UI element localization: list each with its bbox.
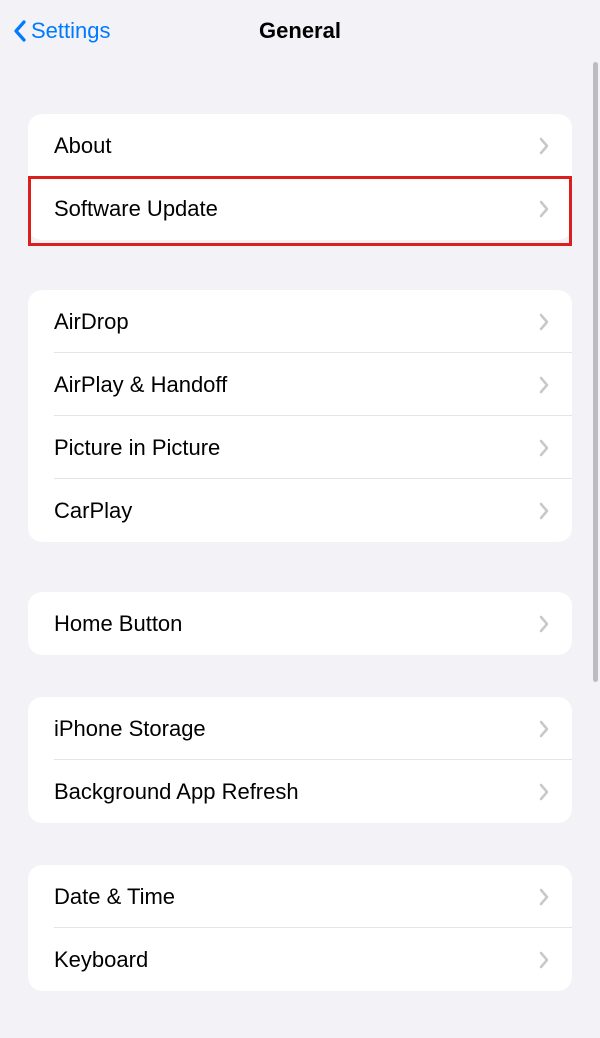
- row-label: Home Button: [54, 611, 182, 637]
- row-iphone-storage[interactable]: iPhone Storage: [28, 697, 572, 760]
- chevron-right-icon: [538, 376, 550, 394]
- row-home-button[interactable]: Home Button: [28, 592, 572, 655]
- row-label: About: [54, 133, 112, 159]
- row-date-time[interactable]: Date & Time: [28, 865, 572, 928]
- settings-group: Date & Time Keyboard: [28, 865, 572, 991]
- chevron-right-icon: [538, 783, 550, 801]
- settings-group: Home Button: [28, 592, 572, 655]
- row-label: AirPlay & Handoff: [54, 372, 227, 398]
- row-label: Date & Time: [54, 884, 175, 910]
- chevron-right-icon: [538, 720, 550, 738]
- chevron-right-icon: [538, 439, 550, 457]
- settings-group: AirDrop AirPlay & Handoff Picture in Pic…: [28, 290, 572, 542]
- chevron-right-icon: [538, 888, 550, 906]
- row-label: CarPlay: [54, 498, 132, 524]
- settings-content: About Software Update AirDrop AirPlay & …: [0, 114, 600, 991]
- back-label: Settings: [31, 18, 111, 44]
- back-button[interactable]: Settings: [12, 18, 111, 44]
- page-title: General: [259, 18, 341, 44]
- chevron-right-icon: [538, 951, 550, 969]
- row-background-app-refresh[interactable]: Background App Refresh: [28, 760, 572, 823]
- scrollbar[interactable]: [593, 62, 598, 682]
- settings-group: iPhone Storage Background App Refresh: [28, 697, 572, 823]
- row-software-update[interactable]: Software Update: [28, 177, 572, 240]
- navigation-bar: Settings General: [0, 0, 600, 62]
- row-about[interactable]: About: [28, 114, 572, 177]
- row-label: Background App Refresh: [54, 779, 299, 805]
- row-label: Picture in Picture: [54, 435, 220, 461]
- chevron-right-icon: [538, 200, 550, 218]
- chevron-right-icon: [538, 137, 550, 155]
- row-label: iPhone Storage: [54, 716, 206, 742]
- chevron-right-icon: [538, 502, 550, 520]
- chevron-right-icon: [538, 313, 550, 331]
- row-label: AirDrop: [54, 309, 129, 335]
- chevron-right-icon: [538, 615, 550, 633]
- row-airdrop[interactable]: AirDrop: [28, 290, 572, 353]
- chevron-left-icon: [12, 20, 27, 42]
- row-airplay-handoff[interactable]: AirPlay & Handoff: [28, 353, 572, 416]
- row-picture-in-picture[interactable]: Picture in Picture: [28, 416, 572, 479]
- row-carplay[interactable]: CarPlay: [28, 479, 572, 542]
- row-label: Keyboard: [54, 947, 148, 973]
- row-label: Software Update: [54, 196, 218, 222]
- settings-group: About Software Update: [28, 114, 572, 240]
- row-keyboard[interactable]: Keyboard: [28, 928, 572, 991]
